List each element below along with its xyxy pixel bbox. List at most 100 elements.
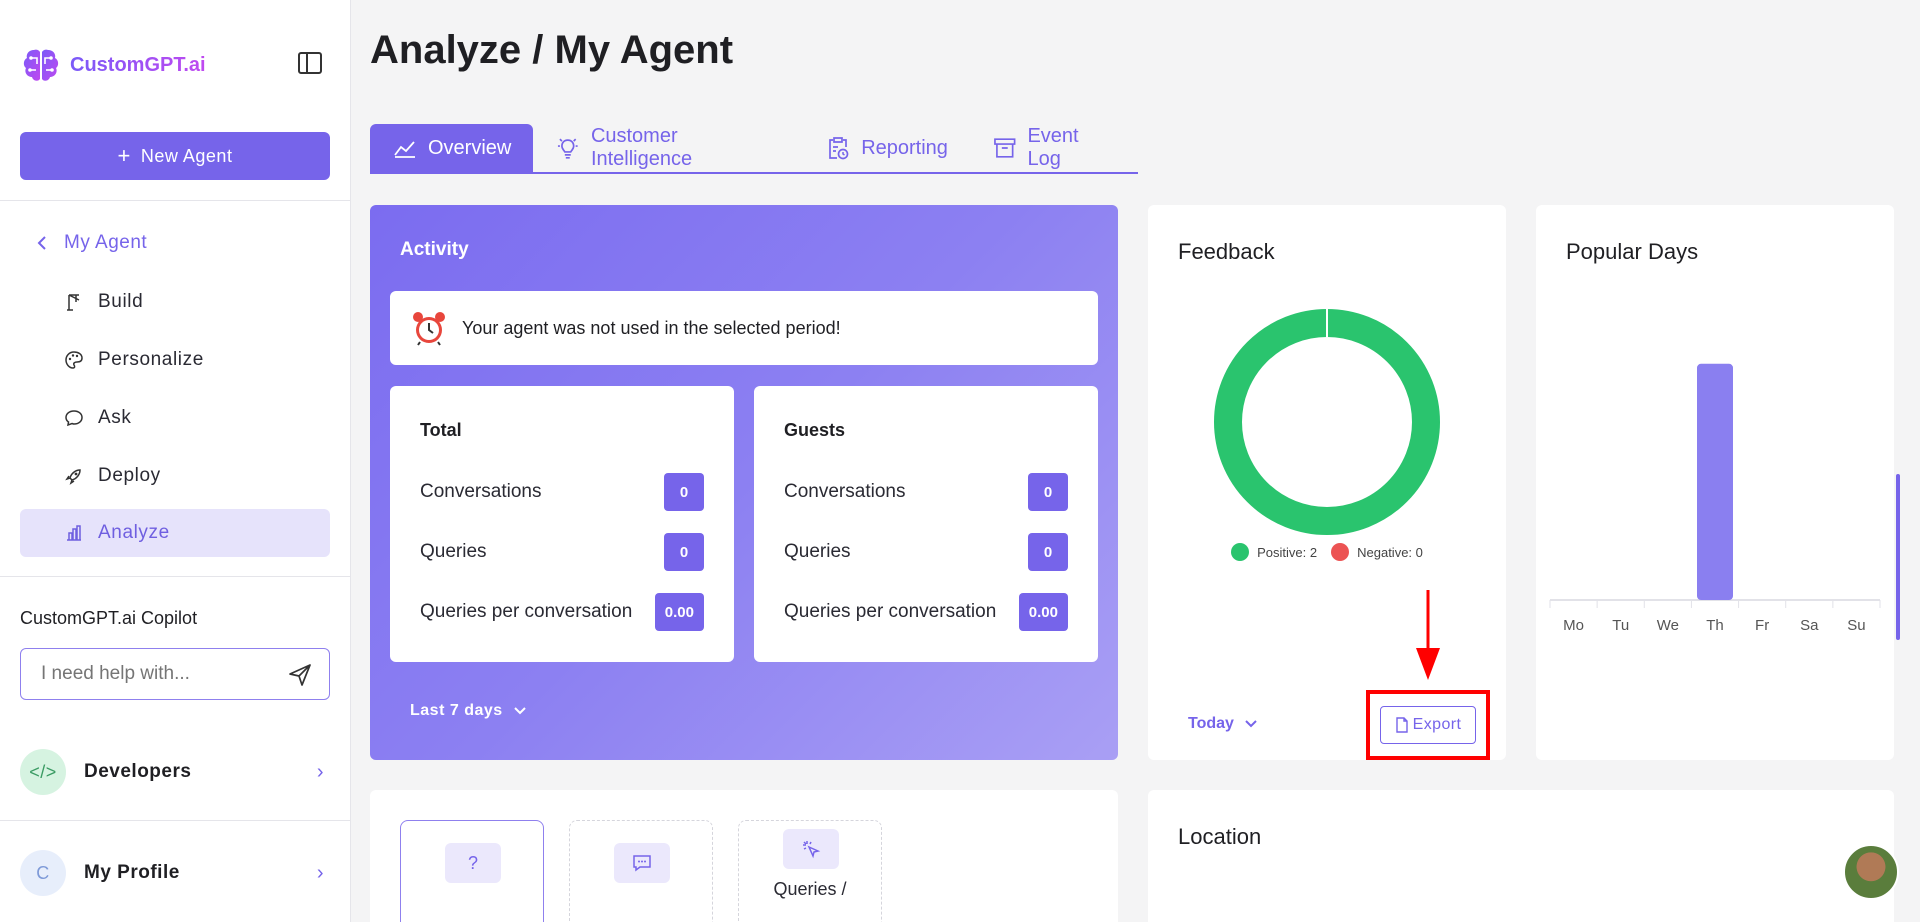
x-tick-label: Su [1847, 617, 1865, 634]
tab-reporting[interactable]: Reporting [803, 124, 970, 172]
sidebar-item-label: Deploy [98, 465, 161, 486]
sidebar-item-analyze[interactable]: Analyze [20, 509, 330, 557]
stat-row: Conversations 0 [784, 473, 1068, 511]
sidebar-item-build[interactable]: Build [20, 278, 330, 326]
stat-value: 0.00 [1018, 593, 1068, 631]
export-label: Export [1412, 716, 1462, 733]
sidebar-toggle-icon[interactable] [296, 50, 324, 76]
sidebar-item-deploy[interactable]: Deploy [20, 452, 330, 500]
stat-row: Queries per conversation 0.00 [784, 593, 1068, 631]
lightbulb-icon [558, 138, 578, 159]
stats-title: Guests [784, 420, 846, 440]
tile-label: Queries / [773, 879, 847, 899]
back-agent-label: My Agent [64, 232, 148, 253]
total-stats-card: Total Conversations 0 Queries 0 Queries … [390, 386, 734, 662]
archive-icon [994, 138, 1016, 158]
tab-label: Overview [428, 136, 512, 159]
developers-link[interactable]: </> Developers › [20, 748, 330, 796]
metric-tile[interactable]: Queries / [738, 820, 882, 922]
developers-label: Developers [84, 761, 192, 782]
stat-row: Queries 0 [420, 533, 704, 571]
back-to-agent-link[interactable]: My Agent [36, 232, 147, 254]
divider [0, 200, 351, 201]
usage-notice: Your agent was not used in the selected … [390, 291, 1098, 365]
chevron-down-icon [513, 707, 526, 715]
x-tick-label: Th [1706, 617, 1724, 634]
tab-customer-intelligence[interactable]: Customer Intelligence [533, 124, 803, 172]
bar-chart-icon [67, 525, 81, 541]
location-card: Location [1148, 790, 1894, 922]
tab-overview[interactable]: Overview [370, 124, 534, 172]
stat-value: 0 [664, 533, 704, 571]
range-label: Today [1188, 715, 1234, 732]
avatar: C [20, 850, 66, 896]
stat-value: 0 [1028, 473, 1068, 511]
activity-title: Activity [400, 239, 469, 260]
chevron-left-icon [37, 236, 46, 250]
sidebar: CustomGPT.ai + New Agent My Agent Build … [0, 0, 351, 922]
message-icon [614, 843, 670, 883]
location-title: Location [1178, 824, 1262, 849]
logo-text: CustomGPT.ai [70, 53, 206, 76]
activity-range-dropdown[interactable]: Last 7 days [410, 702, 527, 720]
export-highlight: Export [1366, 690, 1490, 760]
stat-row: Queries 0 [784, 533, 1068, 571]
page-title: Analyze / My Agent [370, 28, 734, 72]
queries-summary-card: ? Queries / [370, 790, 1118, 922]
support-chat-avatar[interactable] [1843, 844, 1899, 900]
metric-tile[interactable]: ? [400, 820, 544, 922]
chevron-right-icon: › [316, 861, 324, 884]
feedback-donut-chart [1214, 309, 1440, 535]
logo[interactable]: CustomGPT.ai [20, 44, 206, 86]
donut-slice-positive[interactable] [1214, 309, 1440, 535]
guests-stats-card: Guests Conversations 0 Queries 0 Queries… [754, 386, 1098, 662]
send-icon[interactable] [287, 662, 313, 688]
stat-value: 0 [1028, 533, 1068, 571]
stat-label: Queries per conversation [420, 601, 633, 622]
scrollbar[interactable] [1896, 474, 1900, 640]
clipboard-clock-icon [829, 137, 849, 160]
my-profile-link[interactable]: C My Profile › [20, 849, 330, 897]
profile-label: My Profile [84, 862, 180, 883]
new-agent-button[interactable]: + New Agent [20, 132, 330, 180]
file-icon [1395, 717, 1408, 733]
negative-legend-dot [1331, 543, 1350, 561]
metric-tile[interactable] [569, 820, 713, 922]
copilot-input-box[interactable] [20, 648, 330, 700]
palette-icon [65, 351, 83, 369]
rocket-icon [65, 469, 81, 485]
brain-logo-icon [23, 49, 59, 81]
feedback-range-dropdown[interactable]: Today [1188, 715, 1258, 733]
sidebar-item-label: Ask [98, 407, 132, 428]
stat-label: Conversations [420, 481, 542, 502]
tab-event-log[interactable]: Event Log [970, 124, 1138, 172]
copilot-title: CustomGPT.ai Copilot [20, 608, 198, 628]
chevron-right-icon: › [316, 760, 324, 783]
divider [0, 576, 351, 577]
export-button[interactable]: Export [1380, 706, 1476, 744]
crane-icon [67, 294, 80, 311]
tab-label: Reporting [861, 136, 948, 159]
x-tick-label: Fr [1755, 617, 1769, 634]
copilot-input[interactable] [41, 663, 281, 685]
bar-th[interactable] [1697, 363, 1733, 600]
chevron-down-icon [1245, 720, 1257, 728]
sidebar-item-personalize[interactable]: Personalize [20, 336, 330, 384]
stat-label: Queries [784, 541, 851, 562]
cursor-click-icon [783, 829, 839, 869]
stats-title: Total [420, 420, 462, 440]
stat-row: Conversations 0 [420, 473, 704, 511]
code-icon: </> [20, 749, 66, 795]
negative-legend-label: Negative: 0 [1357, 544, 1423, 560]
divider [0, 820, 351, 821]
sidebar-item-label: Build [98, 291, 144, 312]
sidebar-item-label: Analyze [98, 522, 170, 543]
popular-days-card: Popular Days Mo Tu We Th Fr Sa Su [1536, 205, 1894, 760]
stat-label: Queries per conversation [784, 601, 997, 622]
plus-icon: + [117, 143, 131, 168]
new-agent-label: New Agent [140, 145, 233, 166]
sidebar-item-ask[interactable]: Ask [20, 394, 330, 442]
feedback-title: Feedback [1178, 239, 1275, 264]
activity-card: Activity Your agent was not used in the … [370, 205, 1118, 760]
popular-days-title: Popular Days [1566, 239, 1699, 264]
